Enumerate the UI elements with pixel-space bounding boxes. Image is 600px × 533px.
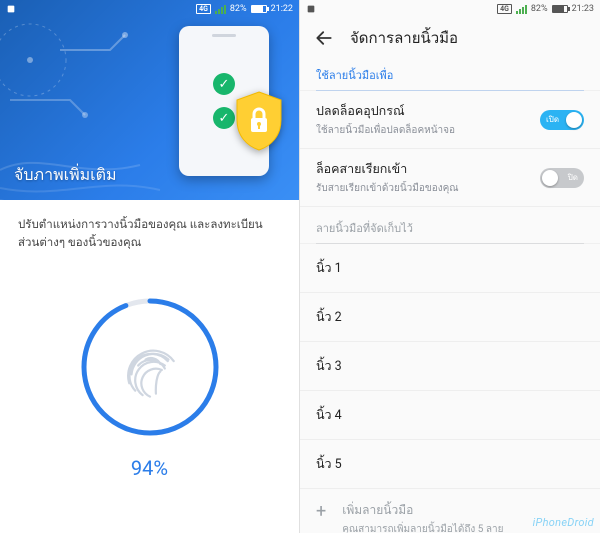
fingerprint-progress: 94% — [18, 292, 281, 480]
add-subtitle: คุณสามารถเพิ่มลายนิ้วมือได้ถึง 5 ลาย — [342, 522, 503, 533]
plus-icon: + — [316, 503, 326, 521]
fingerprint-item[interactable]: นิ้ว 1 — [300, 244, 600, 293]
fingerprint-item[interactable]: นิ้ว 5 — [300, 440, 600, 489]
battery-pct: 82% — [230, 4, 247, 14]
section-use-fingerprint: ใช้ลายนิ้วมือเพื่อ — [300, 54, 600, 91]
hero-banner: ✓ ✓ จับภาพเพิ่มเติม — [0, 0, 299, 200]
back-button[interactable] — [312, 26, 336, 50]
manage-panel: 4G 82% 21:23 จัดการลายนิ้วมือ ใช้ลายนิ้ว… — [300, 0, 600, 533]
clock: 21:22 — [271, 4, 293, 14]
battery-icon — [251, 5, 267, 13]
section-stored-fingerprints: ลายนิ้วมือที่จัดเก็บไว้ — [300, 207, 600, 244]
notification-icon — [306, 4, 316, 14]
toggle-unlock[interactable]: เปิด — [540, 110, 584, 130]
fingerprint-item[interactable]: นิ้ว 4 — [300, 391, 600, 440]
check-icon: ✓ — [213, 107, 235, 129]
battery-pct: 82% — [531, 4, 548, 14]
shield-lock-icon — [233, 90, 285, 152]
notification-icon — [6, 4, 16, 14]
setting-unlock-device[interactable]: ปลดล็อคอุปกรณ์ ใช้ลายนิ้วมือเพื่อปลดล็อค… — [300, 91, 600, 149]
watermark: iPhoneDroid — [533, 516, 594, 529]
battery-icon — [552, 5, 568, 13]
clock: 21:23 — [572, 4, 594, 14]
hero-title: จับภาพเพิ่มเติม — [14, 163, 117, 188]
add-title: เพิ่มลายนิ้วมือ — [342, 501, 503, 520]
enroll-description: ปรับตำแหน่งการวางนิ้วมือของคุณ และลงทะเบ… — [18, 216, 281, 252]
status-bar-left: 4G 82% 21:22 — [0, 0, 299, 18]
setting-lock-incoming[interactable]: ล็อคสายเรียกเข้า รับสายเรียกเข้าด้วยนิ้ว… — [300, 149, 600, 207]
network-tag: 4G — [497, 4, 512, 14]
check-icon: ✓ — [213, 73, 235, 95]
setting-title: ปลดล็อคอุปกรณ์ — [316, 101, 530, 121]
progress-percentage: 94% — [131, 456, 168, 480]
signal-icon — [215, 5, 226, 14]
setting-title: ล็อคสายเรียกเข้า — [316, 159, 530, 179]
signal-icon — [516, 5, 527, 14]
fingerprint-item[interactable]: นิ้ว 3 — [300, 342, 600, 391]
enroll-panel: 4G 82% 21:22 ✓ ✓ — [0, 0, 300, 533]
network-tag: 4G — [196, 4, 211, 14]
setting-subtitle: รับสายเรียกเข้าด้วยนิ้วมือของคุณ — [316, 181, 530, 196]
fingerprint-item[interactable]: นิ้ว 2 — [300, 293, 600, 342]
status-bar-right: 4G 82% 21:23 — [300, 0, 600, 18]
fingerprint-icon — [75, 292, 225, 442]
setting-subtitle: ใช้ลายนิ้วมือเพื่อปลดล็อคหน้าจอ — [316, 123, 530, 138]
page-title: จัดการลายนิ้วมือ — [350, 26, 458, 50]
fingerprint-list: นิ้ว 1นิ้ว 2นิ้ว 3นิ้ว 4นิ้ว 5 — [300, 244, 600, 489]
toggle-incoming[interactable]: ปิด — [540, 168, 584, 188]
